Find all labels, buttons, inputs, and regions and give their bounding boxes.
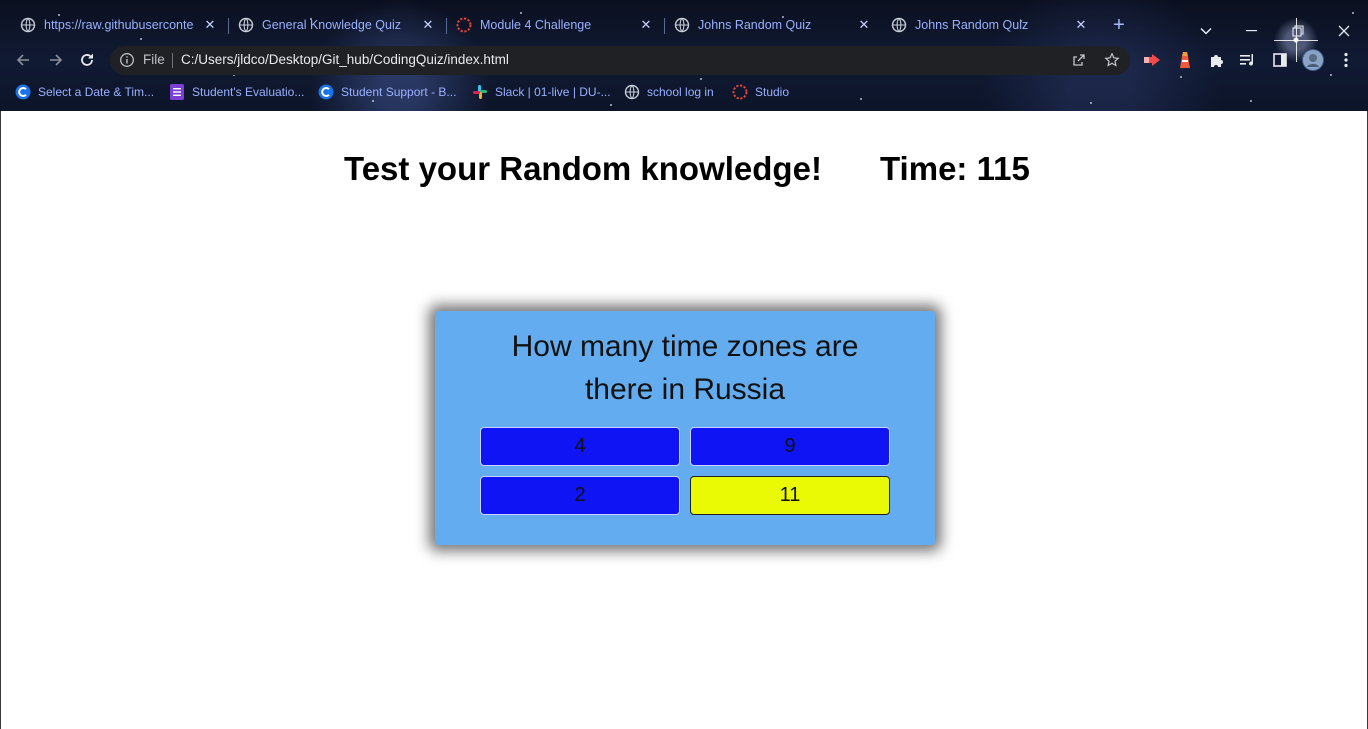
globe-icon [674,17,690,33]
dotted-circle-icon [456,17,472,33]
answer-button[interactable]: 2 [480,476,680,515]
bookmark-label: Select a Date & Tim... [38,85,155,99]
answer-button[interactable]: 9 [690,427,890,466]
tab-title: General Knowledge Quiz [262,18,401,32]
bookmark-label: Slack | 01-live | DU-... [495,85,611,99]
bookmark-label: school log in [647,85,714,99]
reload-button[interactable] [75,48,99,72]
side-panel-icon[interactable] [1271,51,1289,69]
tab-search-chevron-icon[interactable] [1194,16,1218,46]
extensions-puzzle-icon[interactable] [1208,51,1226,69]
dotted-circle-icon [732,84,748,100]
bookmark-slack[interactable]: Slack | 01-live | DU-... [472,82,611,102]
browser-chrome: https://raw.githubuserconte ✕ General Kn… [0,0,1368,111]
media-queue-icon[interactable] [1239,51,1257,69]
bookmark-label: Student's Evaluatio... [192,85,305,99]
back-button[interactable] [11,48,35,72]
restore-button[interactable] [1286,16,1310,46]
answer-button-selected[interactable]: 11 [690,476,890,515]
info-icon[interactable] [119,52,135,68]
globe-icon [238,17,254,33]
c-logo-icon [318,84,334,100]
globe-icon [20,17,36,33]
close-tab-icon[interactable]: ✕ [420,17,436,33]
tab-title: Johns Random Quiz [915,18,1029,32]
c-logo-icon [15,84,31,100]
bookmark-label: Student Support - B... [341,85,457,99]
url-text[interactable]: C:/Users/jldco/Desktop/Git_hub/CodingQui… [181,52,509,67]
address-bar[interactable]: File C:/Users/jldco/Desktop/Git_hub/Codi… [110,46,1130,75]
close-tab-icon[interactable]: ✕ [1073,17,1089,33]
browser-toolbar: File C:/Users/jldco/Desktop/Git_hub/Codi… [0,44,1368,76]
close-tab-icon[interactable]: ✕ [638,17,654,33]
forms-icon [169,84,185,100]
quiz-card: How many time zones are there in Russia … [435,311,935,545]
close-tab-icon[interactable]: ✕ [856,17,872,33]
quiz-timer: Time: 115 [880,150,1030,187]
tab-title: Module 4 Challenge [480,18,592,32]
tab-title: Johns Random Quiz [698,18,812,32]
question-text: How many time zones are there in Russia [511,330,859,406]
bookmark-label: Studio [755,85,790,99]
tab-general-knowledge-quiz[interactable]: General Knowledge Quiz ✕ [238,8,436,42]
bookmark-student-evaluation[interactable]: Student's Evaluatio... [169,82,304,102]
page-heading: Test your Random knowledge! [344,150,822,187]
bookmarks-bar: Select a Date & Tim... Student's Evaluat… [0,80,1368,104]
tab-johns-random-quiz[interactable]: Johns Random Quiz ✕ [674,8,872,42]
profile-avatar[interactable] [1301,48,1325,72]
close-window-button[interactable] [1332,16,1356,46]
tab-raw-githubusercontent[interactable]: https://raw.githubuserconte ✕ [20,8,218,42]
answer-button[interactable]: 4 [480,427,680,466]
share-icon[interactable] [1071,52,1087,68]
menu-kebab-icon[interactable] [1337,51,1355,69]
page-content: Test your Random knowledge! Time: 115 Ho… [0,111,1368,729]
scheme-label: File [143,52,165,67]
forward-button[interactable] [44,48,68,72]
new-tab-button[interactable]: + [1110,15,1128,35]
close-tab-icon[interactable]: ✕ [202,17,218,33]
globe-icon [624,84,640,100]
tab-johns-random-quiz-active[interactable]: Johns Random Quiz ✕ [891,8,1089,42]
slack-icon [472,84,488,100]
minimize-button[interactable] [1240,16,1264,46]
tab-title: https://raw.githubuserconte [44,18,194,32]
globe-icon [891,17,907,33]
tab-strip: https://raw.githubuserconte ✕ General Kn… [0,8,1368,42]
bookmark-studio[interactable]: Studio [732,82,789,102]
bookmark-star-icon[interactable] [1104,52,1120,68]
tab-module-4-challenge[interactable]: Module 4 Challenge ✕ [456,8,654,42]
bookmark-select-date[interactable]: Select a Date & Tim... [15,82,154,102]
bookmark-school-log-in[interactable]: school log in [624,82,714,102]
extension-red-arrow-icon[interactable] [1143,51,1161,69]
extension-lighthouse-icon[interactable] [1176,51,1194,69]
bookmark-student-support[interactable]: Student Support - B... [318,82,456,102]
